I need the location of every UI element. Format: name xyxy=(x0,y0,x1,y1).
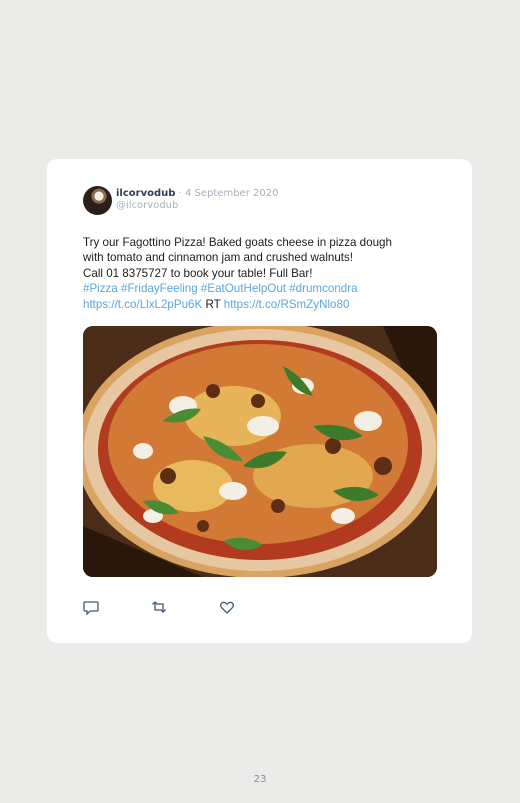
retweet-icon[interactable] xyxy=(151,599,167,615)
tweet-header: ilcorvodub · 4 September 2020 @ilcorvodu… xyxy=(116,188,278,212)
hashtag-links[interactable]: #Pizza #FridayFeeling #EatOutHelpOut #dr… xyxy=(83,281,453,296)
page-number: 23 xyxy=(253,774,267,785)
tweet-text: Try our Fagottino Pizza! Baked goats che… xyxy=(83,235,453,312)
avatar[interactable] xyxy=(83,186,112,215)
tweet-card: ilcorvodub · 4 September 2020 @ilcorvodu… xyxy=(47,159,472,643)
rt-label: RT xyxy=(205,297,221,311)
tweet-date[interactable]: 4 September 2020 xyxy=(185,188,278,199)
like-icon[interactable] xyxy=(219,599,235,615)
tweet-link[interactable]: https://t.co/LlxL2pPu6K xyxy=(83,298,202,311)
tweet-link[interactable]: https://t.co/RSmZyNlo80 xyxy=(224,298,350,311)
reply-icon[interactable] xyxy=(83,599,99,616)
user-handle[interactable]: @ilcorvodub xyxy=(116,200,278,212)
tweet-text-line: Call 01 8375727 to book your table! Full… xyxy=(83,266,313,280)
pizza-photo[interactable] xyxy=(83,326,437,577)
meta-separator: · xyxy=(178,188,182,199)
tweet-text-line: Try our Fagottino Pizza! Baked goats che… xyxy=(83,236,392,249)
tweet-text-line: with tomato and cinnamon jam and crushed… xyxy=(83,251,354,265)
username[interactable]: ilcorvodub xyxy=(116,188,175,199)
